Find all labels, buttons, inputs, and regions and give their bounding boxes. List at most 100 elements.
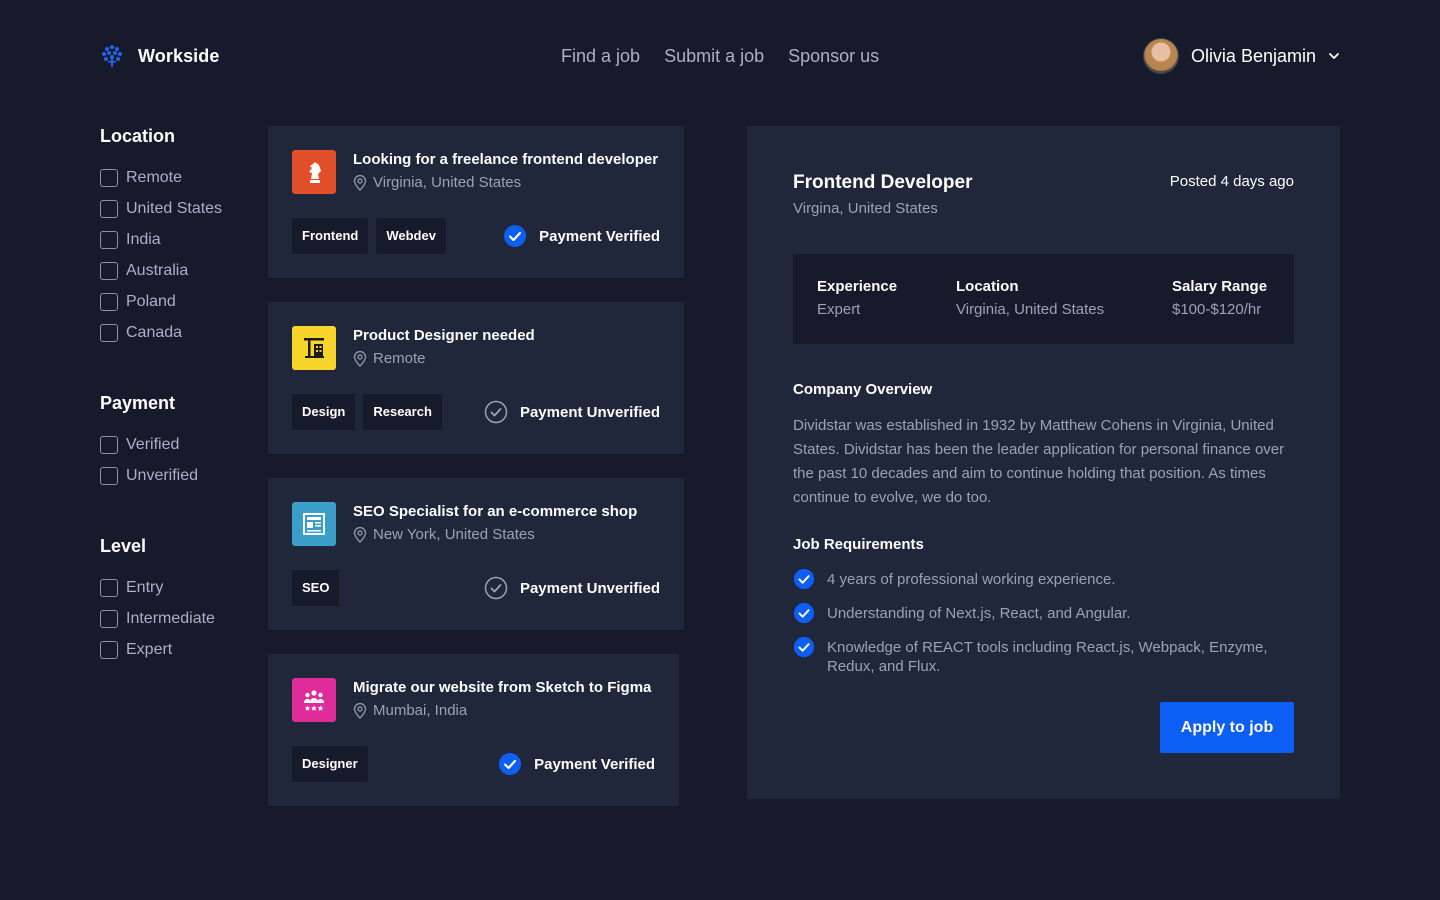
checkbox[interactable] [100,230,118,249]
job-tag[interactable]: SEO [292,570,340,606]
job-location: Remote [353,350,426,367]
map-pin-icon [353,702,367,719]
job-location: Virginia, United States [353,174,521,191]
job-card[interactable]: Looking for a freelance frontend develop… [268,126,684,278]
user-name: Olivia Benjamin [1190,45,1316,66]
filter-label: United States [126,199,223,217]
stat-label: Location [956,278,1019,295]
job-location-text: Virginia, United States [373,174,522,191]
stat-experience: Experience Expert [817,278,897,318]
checkbox[interactable] [100,168,118,187]
filter-label: Entry [126,578,164,596]
job-requirements-list: 4 years of professional working experien… [793,568,1298,689]
job-title: Looking for a freelance frontend develop… [353,151,659,168]
posted-date: Posted 4 days ago [1169,173,1294,190]
filter-option-entry[interactable]: Entry [100,572,215,603]
job-requirements-heading: Job Requirements [793,536,924,553]
job-tags: Design Research [292,394,442,430]
map-pin-icon [353,526,367,543]
job-stats: Experience Expert Location Virginia, Uni… [793,254,1294,344]
construction-crane-icon [292,326,336,370]
company-overview-heading: Company Overview [793,381,933,398]
checkbox[interactable] [100,323,118,342]
nav-find-a-job[interactable]: Find a job [561,46,640,67]
checkbox[interactable] [100,466,118,485]
check-circle-icon [793,602,815,624]
job-detail-location: Virgina, United States [793,200,938,217]
filter-title-location: Location [100,126,175,146]
filter-group-payment: Payment Verified Unverified [100,393,198,491]
filter-title-payment: Payment [100,393,176,413]
job-title: Migrate our website from Sketch to Figma [353,679,652,696]
job-title: SEO Specialist for an e-commerce shop [353,503,638,520]
unverified-check-icon [484,400,508,424]
filter-group-location: Location Remote United States India Aust… [100,126,222,348]
team-stars-icon [292,678,336,722]
nav-submit-a-job[interactable]: Submit a job [664,46,764,67]
user-menu[interactable]: Olivia Benjamin [1142,38,1340,74]
nav-sponsor-us[interactable]: Sponsor us [788,46,879,67]
stat-value: Expert [817,301,861,318]
filter-option-canada[interactable]: Canada [100,317,222,348]
job-title: Product Designer needed [353,327,535,344]
job-location-text: Mumbai, India [373,702,468,719]
job-tags: Designer [292,746,368,782]
brand[interactable]: Workside [100,44,220,68]
job-location: Mumbai, India [353,702,467,719]
job-tags: Frontend Webdev [292,218,446,254]
job-card[interactable]: Product Designer needed Remote Design Re… [268,302,684,454]
top-header: Workside Find a job Submit a job Sponsor… [100,36,1340,80]
checkbox[interactable] [100,261,118,280]
filter-label: Expert [126,640,173,658]
filter-option-australia[interactable]: Australia [100,255,222,286]
job-tag[interactable]: Frontend [292,218,369,254]
job-card[interactable]: SEO Specialist for an e-commerce shop Ne… [268,478,684,630]
payment-status-text: Payment Verified [534,755,655,773]
job-tag[interactable]: Design [292,394,356,430]
stat-value: $100-$120/hr [1172,301,1262,318]
job-location-text: New York, United States [373,526,535,543]
filter-label: India [126,230,161,248]
chevron-down-icon [1329,53,1339,59]
filter-option-india[interactable]: India [100,224,222,255]
press-newspaper-icon [292,502,336,546]
chess-knight-icon [292,150,336,194]
payment-status: Payment Unverified [484,576,660,600]
check-circle-icon [793,636,815,658]
requirement-text: Knowledge of REACT tools including React… [827,639,1268,675]
filter-option-intermediate[interactable]: Intermediate [100,603,215,634]
checkbox[interactable] [100,292,118,311]
check-circle-icon [793,568,815,590]
map-pin-icon [353,174,367,191]
payment-status: Payment Verified [503,224,660,248]
job-card[interactable]: Migrate our website from Sketch to Figma… [268,654,679,806]
verified-check-icon [504,225,527,247]
apply-to-job-button[interactable]: Apply to job [1160,702,1294,753]
checkbox[interactable] [100,609,118,628]
checkbox[interactable] [100,199,118,218]
job-tag[interactable]: Designer [292,746,368,782]
requirement-text: Understanding of Next.js, React, and Ang… [827,605,1131,622]
filter-label: Australia [126,261,189,279]
requirement-item: Understanding of Next.js, React, and Ang… [793,602,1298,624]
payment-status-text: Payment Verified [539,227,660,245]
stat-label: Experience [817,278,898,295]
checkbox[interactable] [100,640,118,659]
checkbox[interactable] [100,435,118,454]
job-tags: SEO [292,570,340,606]
filter-option-verified[interactable]: Verified [100,429,198,460]
tree-logo-icon [102,45,122,67]
payment-status-text: Payment Unverified [519,579,660,597]
filter-option-united-states[interactable]: United States [100,193,222,224]
filter-option-expert[interactable]: Expert [100,634,215,665]
requirement-item: Knowledge of REACT tools including React… [793,636,1298,676]
stat-label: Salary Range [1172,278,1268,295]
job-tag[interactable]: Webdev [376,218,446,254]
filter-option-poland[interactable]: Poland [100,286,222,317]
filter-option-remote[interactable]: Remote [100,162,222,193]
filter-option-unverified[interactable]: Unverified [100,460,198,491]
checkbox[interactable] [100,578,118,597]
unverified-check-icon [484,576,508,600]
job-tag[interactable]: Research [363,394,442,430]
filter-label: Poland [126,292,176,310]
